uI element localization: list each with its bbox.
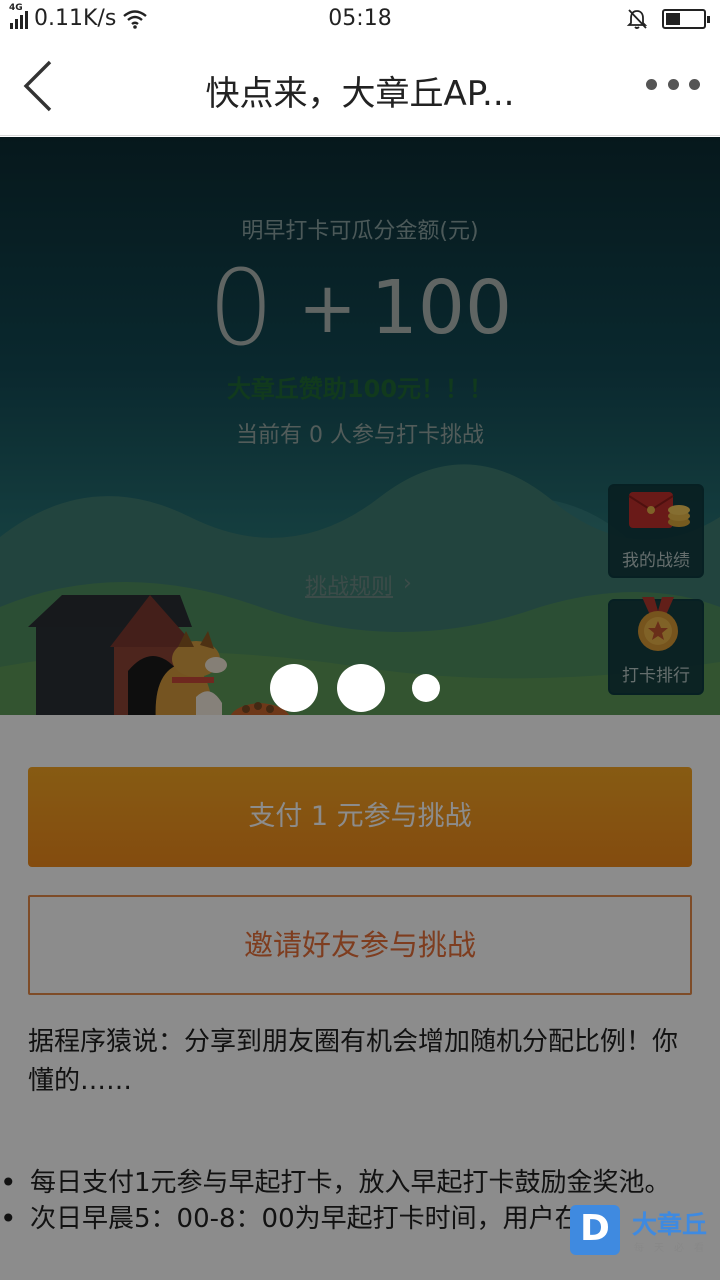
amount-subtitle: 明早打卡可瓜分金额(元): [241, 219, 479, 244]
list-item: 每日支付1元参与早起打卡，放入早起打卡鼓励金奖池。: [0, 1165, 720, 1201]
participant-count: 当前有 0 人参与打卡挑战: [236, 423, 484, 448]
amount-bonus: 100: [370, 265, 513, 351]
status-right: [626, 8, 710, 30]
watermark-logo-icon: D: [570, 1205, 620, 1255]
my-record-button[interactable]: 我的战绩: [608, 484, 704, 578]
page-title: 快点来，大章丘AP...: [205, 74, 515, 114]
battery-level: [666, 13, 680, 25]
ranking-label: 打卡排行: [622, 666, 690, 686]
status-time: 05:18: [328, 6, 392, 31]
ranking-button[interactable]: 打卡排行: [608, 597, 704, 695]
watermark-brand: 大章丘: [632, 1210, 708, 1239]
more-options-button[interactable]: [646, 74, 700, 94]
pay-join-button[interactable]: 支付 1 元参与挑战: [28, 767, 692, 867]
medal-icon: [638, 597, 678, 651]
watermark-slogan: 每天必看: [634, 1243, 714, 1254]
status-bar: 4G 0.11K/s 05:18: [0, 0, 720, 38]
more-dot-icon: [667, 78, 679, 90]
content-area: 支付 1 元参与挑战 邀请好友参与挑战 据程序猿说：分享到朋友圈有机会增加随机分…: [0, 715, 720, 1280]
more-dot-icon: [689, 78, 700, 90]
chevron-right-icon: ›: [403, 571, 412, 596]
red-envelope-icon: [628, 492, 690, 528]
invite-friends-button[interactable]: 邀请好友参与挑战: [28, 895, 692, 995]
amount-base: 0: [207, 247, 275, 369]
site-watermark: D 大章丘 每天必看: [570, 1203, 720, 1280]
prize-amount: 0 +100: [0, 247, 720, 369]
loading-dots-icon: [270, 662, 450, 714]
bell-muted-icon: [626, 9, 648, 29]
chevron-left-icon: [23, 60, 52, 112]
battery-icon: [662, 9, 710, 29]
sponsor-text: 大章丘赞助100元！！！: [226, 375, 494, 403]
back-button[interactable]: [22, 60, 62, 112]
challenge-rules-link[interactable]: 挑战规则: [305, 569, 393, 601]
my-record-label: 我的战绩: [622, 551, 690, 571]
hero-banner: 明早打卡可瓜分金额(元) 0 +100 大章丘赞助100元！！！ 当前有 0 人参…: [0, 137, 720, 715]
more-dot-icon: [646, 78, 657, 90]
share-tip: 据程序猿说：分享到朋友圈有机会增加随机分配比例！你懂的……: [28, 1027, 679, 1096]
navigation-bar: 快点来，大章丘AP...: [0, 38, 720, 136]
amount-plus-sign: +: [298, 267, 357, 349]
